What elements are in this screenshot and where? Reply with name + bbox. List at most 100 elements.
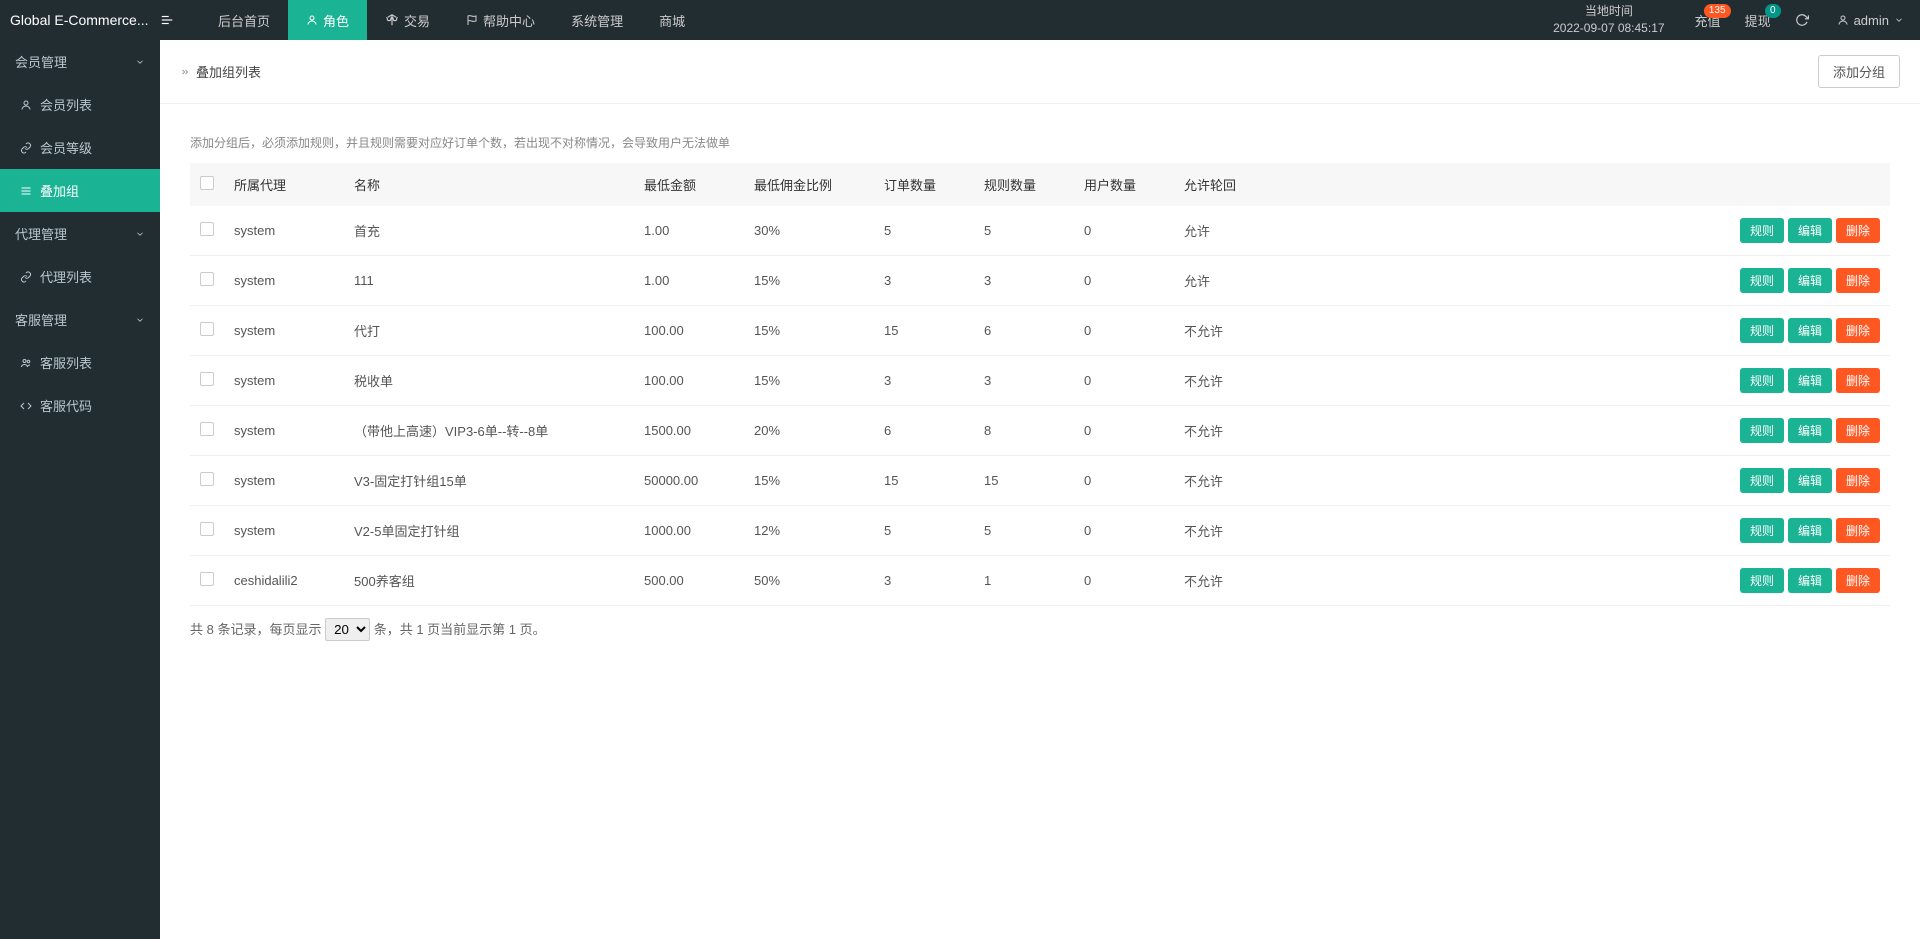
recharge-button[interactable]: 充值 135 xyxy=(1683,0,1733,40)
row-checkbox[interactable] xyxy=(200,372,214,386)
pagination-suffix: 条，共 1 页当前显示第 1 页。 xyxy=(374,622,546,637)
rule-button[interactable]: 规则 xyxy=(1740,368,1784,393)
cell-users: 0 xyxy=(1074,506,1174,556)
top-nav-label: 交易 xyxy=(404,11,430,30)
cell-actions: 规则编辑删除 xyxy=(1274,406,1890,456)
edit-button[interactable]: 编辑 xyxy=(1788,568,1832,593)
pagination-prefix: 共 8 条记录，每页显示 xyxy=(190,622,321,637)
top-nav-label: 帮助中心 xyxy=(483,11,535,30)
row-checkbox[interactable] xyxy=(200,572,214,586)
code-icon xyxy=(20,400,32,412)
top-nav-item[interactable]: 系统管理 xyxy=(553,0,641,40)
cell-actions: 规则编辑删除 xyxy=(1274,356,1890,406)
edit-button[interactable]: 编辑 xyxy=(1788,268,1832,293)
rule-button[interactable]: 规则 xyxy=(1740,418,1784,443)
rule-button[interactable]: 规则 xyxy=(1740,468,1784,493)
top-nav-item[interactable]: 帮助中心 xyxy=(448,0,553,40)
sidebar-item-label: 会员等级 xyxy=(40,138,92,157)
cell-actions: 规则编辑删除 xyxy=(1274,506,1890,556)
sidebar-group-title[interactable]: 代理管理 xyxy=(0,212,160,255)
rule-button[interactable]: 规则 xyxy=(1740,318,1784,343)
top-nav-label: 系统管理 xyxy=(571,11,623,30)
th-users: 用户数量 xyxy=(1074,163,1174,206)
edit-button[interactable]: 编辑 xyxy=(1788,518,1832,543)
cell-ratio: 20% xyxy=(744,406,874,456)
cell-users: 0 xyxy=(1074,206,1174,256)
group-table: 所属代理 名称 最低金额 最低佣金比例 订单数量 规则数量 用户数量 允许轮回 … xyxy=(190,163,1890,606)
sidebar-item-label: 代理列表 xyxy=(40,267,92,286)
cell-users: 0 xyxy=(1074,556,1174,606)
cell-orders: 3 xyxy=(874,556,974,606)
delete-button[interactable]: 删除 xyxy=(1836,368,1880,393)
cell-orders: 5 xyxy=(874,206,974,256)
th-name: 名称 xyxy=(344,163,634,206)
top-nav-item[interactable]: 后台首页 xyxy=(200,0,288,40)
row-checkbox[interactable] xyxy=(200,422,214,436)
edit-button[interactable]: 编辑 xyxy=(1788,468,1832,493)
delete-button[interactable]: 删除 xyxy=(1836,268,1880,293)
cell-min: 1500.00 xyxy=(634,406,744,456)
top-nav-item[interactable]: 交易 xyxy=(367,0,448,40)
sidebar-item[interactable]: 叠加组 xyxy=(0,169,160,212)
cell-orders: 3 xyxy=(874,356,974,406)
sidebar-group-title[interactable]: 会员管理 xyxy=(0,40,160,83)
user-menu[interactable]: admin xyxy=(1821,0,1920,40)
top-nav-item[interactable]: 角色 xyxy=(288,0,367,40)
delete-button[interactable]: 删除 xyxy=(1836,518,1880,543)
cell-name: V2-5单固定打针组 xyxy=(344,506,634,556)
cell-agent: system xyxy=(224,456,344,506)
edit-button[interactable]: 编辑 xyxy=(1788,218,1832,243)
menu-toggle-button[interactable] xyxy=(160,13,200,27)
top-nav-item[interactable]: 商城 xyxy=(641,0,703,40)
row-checkbox[interactable] xyxy=(200,272,214,286)
table-row: systemV2-5单固定打针组1000.0012%550不允许规则编辑删除 xyxy=(190,506,1890,556)
sidebar-group-title[interactable]: 客服管理 xyxy=(0,298,160,341)
row-checkbox[interactable] xyxy=(200,222,214,236)
time-label: 当地时间 xyxy=(1553,3,1664,20)
cell-rules: 6 xyxy=(974,306,1074,356)
cell-agent: system xyxy=(224,406,344,456)
delete-button[interactable]: 删除 xyxy=(1836,568,1880,593)
delete-button[interactable]: 删除 xyxy=(1836,418,1880,443)
user-name: admin xyxy=(1854,13,1889,28)
cell-ratio: 15% xyxy=(744,256,874,306)
row-checkbox[interactable] xyxy=(200,522,214,536)
edit-button[interactable]: 编辑 xyxy=(1788,318,1832,343)
cell-allow: 不允许 xyxy=(1174,306,1274,356)
rule-button[interactable]: 规则 xyxy=(1740,518,1784,543)
sidebar-item[interactable]: 客服列表 xyxy=(0,341,160,384)
table-row: system1111.0015%330允许规则编辑删除 xyxy=(190,256,1890,306)
menu-icon xyxy=(160,13,174,27)
refresh-button[interactable] xyxy=(1783,0,1821,40)
user-icon xyxy=(1837,14,1849,26)
cell-actions: 规则编辑删除 xyxy=(1274,206,1890,256)
row-checkbox[interactable] xyxy=(200,472,214,486)
delete-button[interactable]: 删除 xyxy=(1836,318,1880,343)
delete-button[interactable]: 删除 xyxy=(1836,218,1880,243)
sidebar-item[interactable]: 代理列表 xyxy=(0,255,160,298)
table-row: system首充1.0030%550允许规则编辑删除 xyxy=(190,206,1890,256)
cell-allow: 允许 xyxy=(1174,206,1274,256)
cell-min: 1000.00 xyxy=(634,506,744,556)
add-group-button[interactable]: 添加分组 xyxy=(1818,55,1900,88)
select-all-checkbox[interactable] xyxy=(200,176,214,190)
delete-button[interactable]: 删除 xyxy=(1836,468,1880,493)
top-nav-label: 商城 xyxy=(659,11,685,30)
sidebar-item[interactable]: 会员列表 xyxy=(0,83,160,126)
page-size-select[interactable]: 20 xyxy=(325,618,370,641)
rule-button[interactable]: 规则 xyxy=(1740,218,1784,243)
rule-button[interactable]: 规则 xyxy=(1740,268,1784,293)
scale-icon xyxy=(385,13,399,27)
rule-button[interactable]: 规则 xyxy=(1740,568,1784,593)
edit-button[interactable]: 编辑 xyxy=(1788,368,1832,393)
table-row: system代打100.0015%1560不允许规则编辑删除 xyxy=(190,306,1890,356)
cell-name: 税收单 xyxy=(344,356,634,406)
sidebar-item[interactable]: 会员等级 xyxy=(0,126,160,169)
withdraw-button[interactable]: 提现 0 xyxy=(1733,0,1783,40)
row-checkbox[interactable] xyxy=(200,322,214,336)
cell-users: 0 xyxy=(1074,306,1174,356)
sidebar-item[interactable]: 客服代码 xyxy=(0,384,160,427)
th-actions xyxy=(1274,163,1890,206)
edit-button[interactable]: 编辑 xyxy=(1788,418,1832,443)
link-icon xyxy=(20,271,32,283)
